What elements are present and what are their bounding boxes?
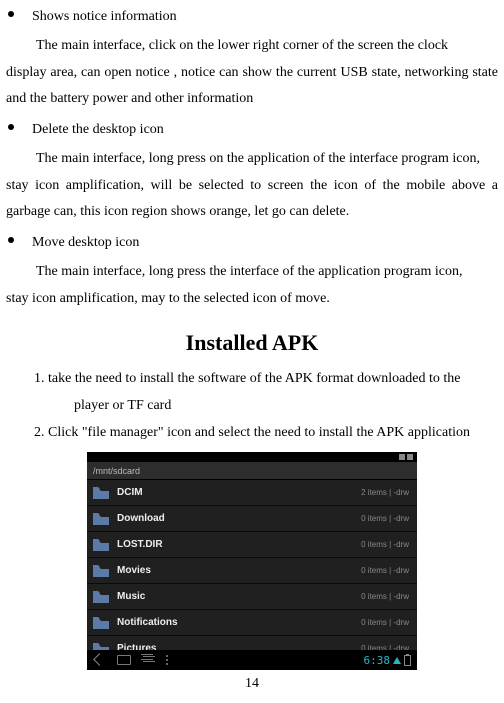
paragraph: stay icon amplification, will be selecte… (6, 173, 498, 226)
status-icon (407, 454, 413, 460)
paragraph: The main interface, long press the inter… (6, 259, 498, 286)
folder-icon (93, 564, 109, 578)
page-number: 14 (6, 676, 498, 692)
status-icon (399, 454, 405, 460)
list-item: 2. Click "file manager" icon and select … (34, 420, 498, 447)
file-row[interactable]: Movies 0 items | -drw (87, 558, 417, 584)
file-meta: 0 items | -drw (361, 618, 409, 627)
folder-icon (93, 486, 109, 500)
file-list: DCIM 2 items | -drw Download 0 items | -… (87, 480, 417, 662)
file-name: Music (117, 591, 361, 602)
recent-apps-button[interactable] (141, 654, 155, 666)
file-name: DCIM (117, 487, 361, 498)
bullet-item: Delete the desktop icon (6, 117, 498, 142)
folder-icon (93, 590, 109, 604)
file-row[interactable]: DCIM 2 items | -drw (87, 480, 417, 506)
paragraph: The main interface, long press on the ap… (6, 146, 498, 173)
bullet-title: Delete the desktop icon (32, 117, 164, 142)
file-row[interactable]: Download 0 items | -drw (87, 506, 417, 532)
paragraph: stay icon amplification, may to the sele… (6, 286, 498, 313)
paragraph: display area, can open notice , notice c… (6, 60, 498, 113)
file-meta: 0 items | -drw (361, 566, 409, 575)
paragraph: The main interface, click on the lower r… (6, 33, 498, 60)
clock-time: 6:38 (364, 654, 391, 667)
bullet-dot-icon (8, 237, 14, 243)
file-name: LOST.DIR (117, 539, 361, 550)
file-meta: 2 items | -drw (361, 488, 409, 497)
home-button[interactable] (117, 655, 131, 665)
file-row[interactable]: Notifications 0 items | -drw (87, 610, 417, 636)
folder-icon (93, 616, 109, 630)
file-row[interactable]: Music 0 items | -drw (87, 584, 417, 610)
bullet-title: Move desktop icon (32, 230, 139, 255)
folder-icon (93, 512, 109, 526)
numbered-list: 1. take the need to install the software… (6, 366, 498, 446)
bullet-dot-icon (8, 11, 14, 17)
file-meta: 0 items | -drw (361, 540, 409, 549)
bullet-item: Move desktop icon (6, 230, 498, 255)
file-manager-screenshot: /mnt/sdcard DCIM 2 items | -drw Download… (87, 452, 417, 670)
battery-icon (404, 655, 411, 666)
folder-icon (93, 538, 109, 552)
section-heading: Installed APK (6, 330, 498, 356)
file-meta: 0 items | -drw (361, 592, 409, 601)
wifi-icon (393, 657, 401, 664)
bullet-dot-icon (8, 124, 14, 130)
file-name: Notifications (117, 617, 361, 628)
file-name: Download (117, 513, 361, 524)
path-bar[interactable]: /mnt/sdcard (87, 462, 417, 480)
menu-button[interactable] (165, 654, 169, 666)
list-item: 1. take the need to install the software… (34, 366, 498, 393)
status-bar (87, 452, 417, 462)
clock-area[interactable]: 6:38 (364, 654, 412, 667)
file-row[interactable]: LOST.DIR 0 items | -drw (87, 532, 417, 558)
page: Shows notice information The main interf… (0, 4, 504, 692)
back-button[interactable] (93, 654, 107, 666)
file-meta: 0 items | -drw (361, 514, 409, 523)
file-name: Movies (117, 565, 361, 576)
nav-bar: 6:38 (87, 650, 417, 670)
bullet-item: Shows notice information (6, 4, 498, 29)
current-path: /mnt/sdcard (93, 466, 140, 476)
list-item-continuation: player or TF card (34, 393, 498, 420)
bullet-title: Shows notice information (32, 4, 177, 29)
